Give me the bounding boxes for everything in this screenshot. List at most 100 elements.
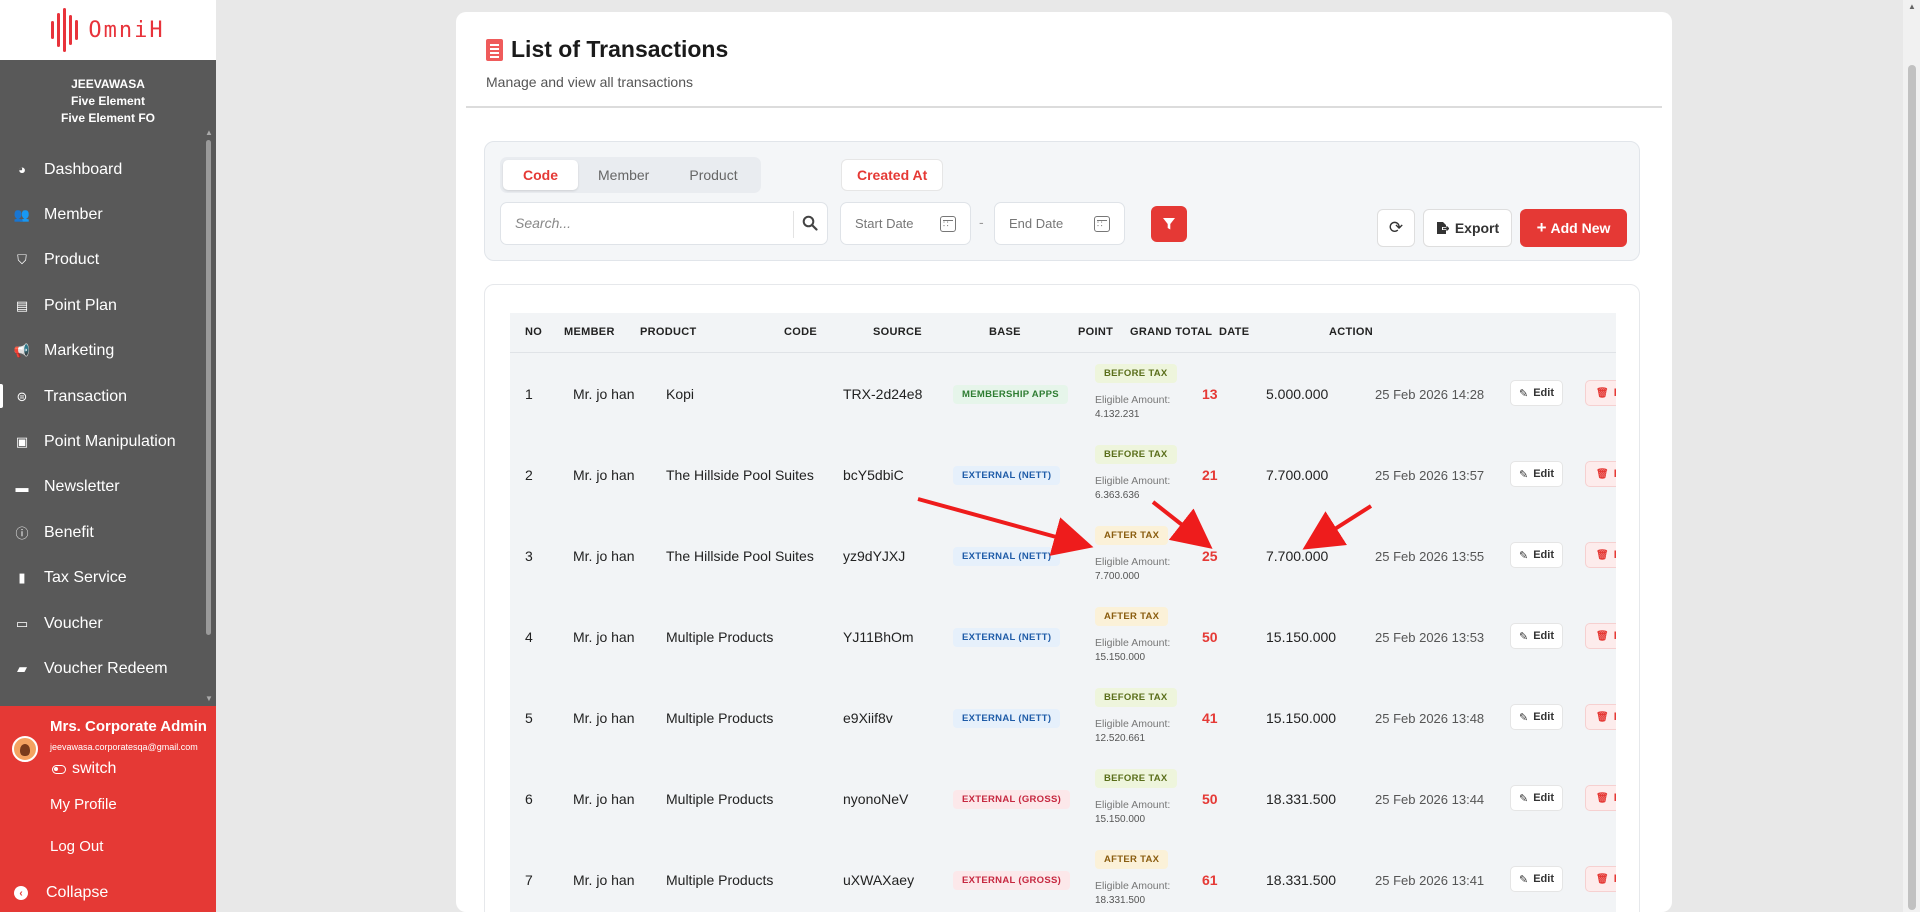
scroll-up-icon[interactable]: ▲ — [1908, 2, 1916, 11]
trash-icon: 🗑 — [1596, 711, 1609, 723]
logout-link[interactable]: Log Out — [50, 838, 103, 855]
sidebar-item-point-plan[interactable]: ▤ Point Plan — [0, 283, 216, 328]
created-at-filter-button[interactable]: Created At — [841, 159, 944, 191]
sidebar-item-voucher-redeem[interactable]: ▰ Voucher Redeem — [0, 646, 216, 691]
end-date-placeholder: End Date — [1009, 216, 1064, 231]
sidebar-item-tax-service[interactable]: ▮ Tax Service — [0, 556, 216, 601]
delete-label: D — [1614, 468, 1616, 480]
row-number: 4 — [525, 629, 533, 645]
sidebar-item-label: Newsletter — [44, 478, 120, 496]
tab-product[interactable]: Product — [669, 160, 757, 190]
end-date-field[interactable]: End Date — [994, 202, 1125, 245]
sidebar-scroll-down-icon[interactable]: ▼ — [205, 694, 213, 703]
delete-button[interactable]: 🗑D — [1585, 623, 1616, 649]
code-cell: uXWAXaey — [843, 872, 915, 888]
tab-code[interactable]: Code — [503, 160, 578, 190]
delete-button[interactable]: 🗑D — [1585, 704, 1616, 730]
product-cell: Kopi — [666, 386, 695, 402]
logo[interactable]: OmniH — [0, 0, 216, 60]
sidebar-item-dashboard[interactable]: ◕ Dashboard — [0, 147, 216, 192]
edit-icon: ✎ — [1519, 387, 1529, 400]
edit-button[interactable]: ✎ Edit — [1510, 380, 1563, 406]
collapse-label: Collapse — [46, 884, 109, 901]
table-row: 1 Mr. jo han Kopi TRX-2d24e8 MEMBERSHIP APPS… — [510, 354, 1616, 435]
delete-button[interactable]: 🗑D — [1585, 461, 1616, 487]
sidebar-item-label: Dashboard — [44, 160, 123, 178]
eligible-amount-value: 12.520.661 — [1095, 733, 1146, 744]
eligible-amount-value: 6.363.636 — [1095, 490, 1140, 501]
edit-button[interactable]: ✎ Edit — [1510, 542, 1563, 568]
start-date-field[interactable]: Start Date — [840, 202, 971, 245]
edit-button[interactable]: ✎ Edit — [1510, 461, 1563, 487]
delete-button[interactable]: 🗑D — [1585, 542, 1616, 568]
export-button[interactable]: Export — [1423, 209, 1512, 247]
sidebar-item-member[interactable]: 👥 Member — [0, 192, 216, 237]
row-number: 5 — [525, 710, 533, 726]
refresh-button[interactable]: ⟳ — [1377, 209, 1415, 247]
base-badge: BEFORE TAX — [1095, 769, 1177, 788]
eligible-amount-label: Eligible Amount: — [1095, 394, 1171, 406]
sidebar-scroll-up-icon[interactable]: ▲ — [205, 128, 213, 137]
source-badge: EXTERNAL (NETT) — [953, 709, 1061, 728]
delete-button[interactable]: 🗑D — [1585, 866, 1616, 892]
edit-label: Edit — [1533, 387, 1554, 399]
point-cell: 41 — [1202, 710, 1218, 726]
grand-total-cell: 18.331.500 — [1266, 872, 1337, 888]
sidebar-scrollbar[interactable] — [206, 140, 211, 635]
trash-icon: 🗑 — [1596, 549, 1609, 561]
sidebar-item-transaction[interactable]: ⊜ Transaction — [0, 374, 216, 419]
my-profile-link[interactable]: My Profile — [50, 796, 117, 813]
base-badge: AFTER TAX — [1095, 526, 1169, 545]
delete-button[interactable]: 🗑D — [1585, 380, 1616, 406]
edit-button[interactable]: ✎ Edit — [1510, 704, 1563, 730]
sidebar-item-product[interactable]: ⛉ Product — [0, 238, 216, 283]
eligible-amount-value: 15.150.000 — [1095, 814, 1146, 825]
column-header: PRODUCT — [640, 326, 697, 338]
user-email: jeevawasa.corporatesqa@gmail.com — [50, 742, 198, 752]
sidebar-item-point-manipulation[interactable]: ▣ Point Manipulation — [0, 419, 216, 464]
transaction-icon: ⊜ — [16, 388, 28, 404]
grand-total-cell: 5.000.000 — [1266, 386, 1329, 402]
sidebar-item-voucher[interactable]: ▭ Voucher — [0, 601, 216, 646]
edit-icon: ✎ — [1519, 468, 1529, 481]
edit-button[interactable]: ✎ Edit — [1510, 866, 1563, 892]
user-name: Mrs. Corporate Admin — [50, 718, 207, 735]
filter-button[interactable] — [1151, 206, 1187, 242]
tab-member[interactable]: Member — [578, 160, 669, 190]
source-badge: MEMBERSHIP APPS — [953, 385, 1068, 404]
grand-total-cell: 15.150.000 — [1266, 710, 1337, 726]
delete-button[interactable]: 🗑D — [1585, 785, 1616, 811]
search-icon[interactable] — [802, 215, 818, 236]
page-scrollbar[interactable]: ▲ — [1903, 0, 1920, 912]
code-cell: yz9dYJXJ — [843, 548, 906, 564]
date-cell: 25 Feb 2026 13:53 — [1375, 630, 1485, 645]
sidebar-item-benefit[interactable]: ⓘ Benefit — [0, 510, 216, 555]
edit-icon: ✎ — [1519, 873, 1529, 886]
org-line-1: JEEVAWASA — [71, 77, 145, 91]
search-input[interactable] — [515, 215, 785, 231]
member-cell: Mr. jo han — [573, 872, 635, 888]
start-date-placeholder: Start Date — [855, 216, 914, 231]
page-scrollbar-thumb[interactable] — [1908, 65, 1916, 910]
collapse-button[interactable]: ‹ Collapse — [14, 884, 108, 902]
sidebar-item-marketing[interactable]: 📢 Marketing — [0, 329, 216, 374]
sidebar-item-newsletter[interactable]: ▬ Newsletter — [0, 465, 216, 510]
megaphone-icon: 📢 — [13, 343, 31, 359]
calendar-icon — [1094, 216, 1110, 232]
switch-toggle[interactable]: switch — [52, 760, 116, 778]
add-new-button[interactable]: + Add New — [1520, 209, 1627, 247]
filter-panel: Code Member Product Created At Start Dat… — [484, 141, 1640, 261]
code-cell: YJ11BhOm — [843, 629, 914, 645]
member-cell: Mr. jo han — [573, 386, 635, 402]
page-header: List of Transactions Manage and view all… — [486, 36, 728, 90]
source-badge: EXTERNAL (NETT) — [953, 628, 1061, 647]
code-cell: TRX-2d24e8 — [843, 386, 923, 402]
edit-icon: ✎ — [1519, 549, 1529, 562]
edit-icon: ✎ — [1519, 711, 1529, 724]
avatar[interactable] — [12, 736, 38, 762]
column-header: CODE — [784, 326, 817, 338]
edit-button[interactable]: ✎ Edit — [1510, 623, 1563, 649]
member-cell: Mr. jo han — [573, 548, 635, 564]
column-header: ACTION — [1329, 326, 1373, 338]
edit-button[interactable]: ✎ Edit — [1510, 785, 1563, 811]
